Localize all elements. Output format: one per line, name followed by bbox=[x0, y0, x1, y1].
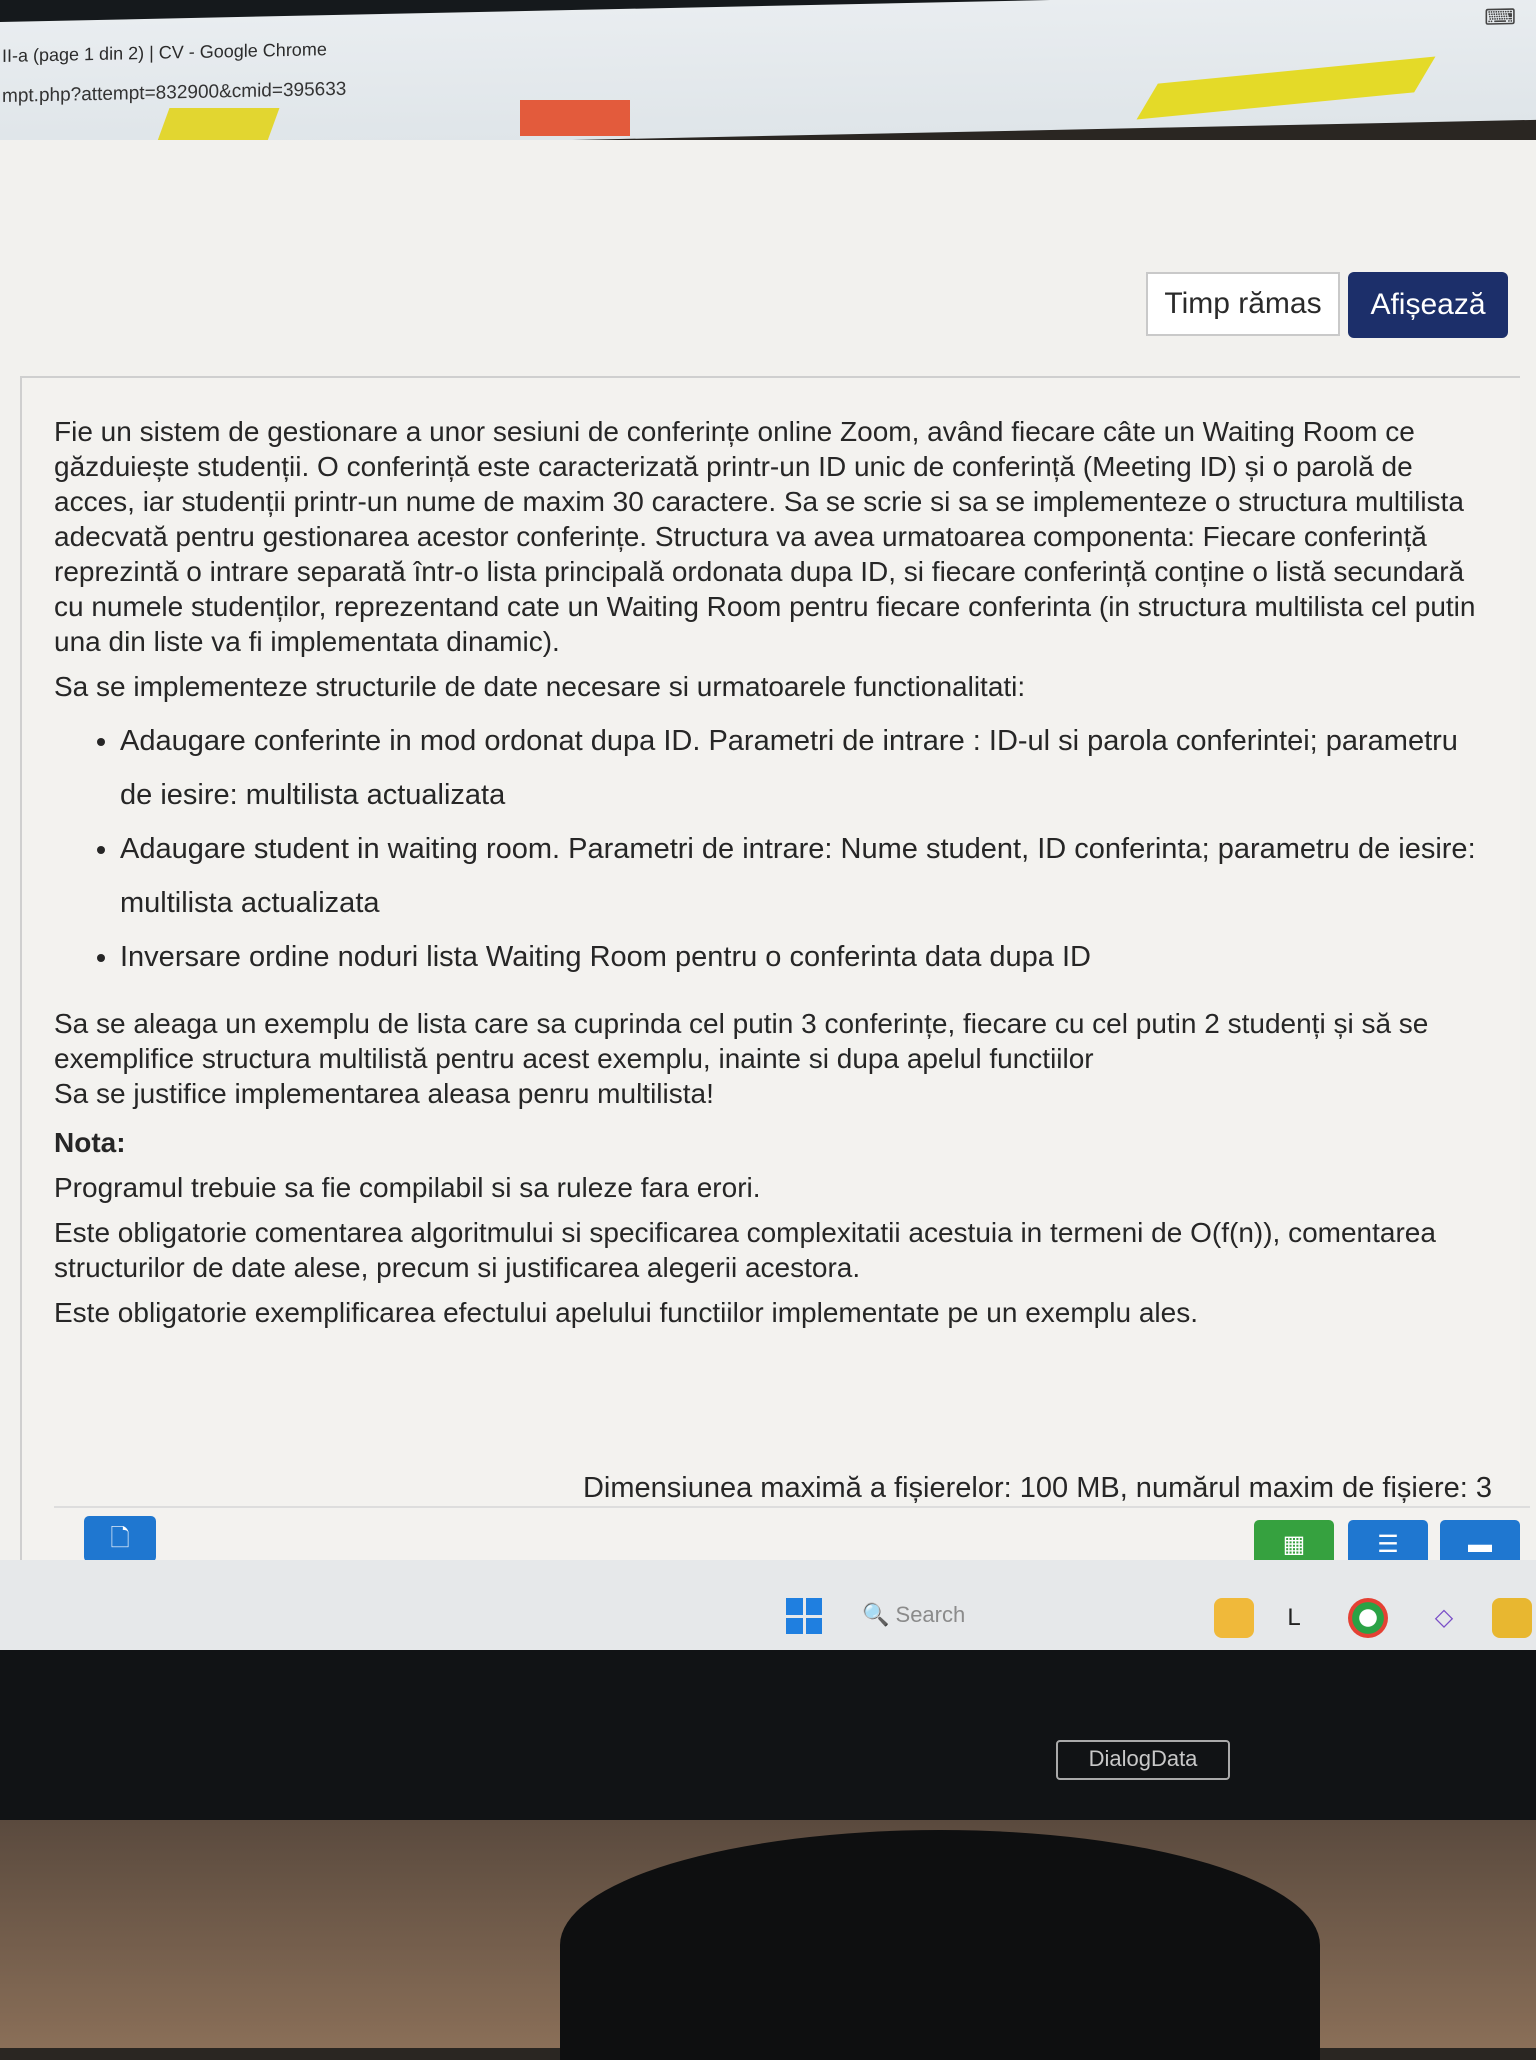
monitor-bezel-bottom bbox=[0, 1650, 1536, 1830]
taskbar-search[interactable]: 🔍 Search bbox=[862, 1602, 965, 1628]
nota-complexity: Este obligatorie comentarea algoritmului… bbox=[54, 1217, 1436, 1283]
quiz-page: Timp rămas Afișează Fie un sistem de ges… bbox=[0, 140, 1536, 1676]
timer-panel: Timp rămas Afișează bbox=[1146, 272, 1508, 338]
app-l-icon[interactable]: L bbox=[1274, 1598, 1314, 1638]
nota-example: Este obligatorie exemplificarea efectulu… bbox=[54, 1297, 1198, 1328]
translate-icon[interactable]: ⌨ bbox=[1484, 4, 1516, 31]
example-requirement: Sa se aleaga un exemplu de lista care sa… bbox=[54, 1008, 1429, 1074]
file-upload-area: 🗋 ▦ ☰ ▬ bbox=[54, 1506, 1530, 1570]
monitor-stand bbox=[560, 1830, 1320, 2060]
file-icon[interactable]: 🗋 bbox=[84, 1516, 156, 1562]
question-box: Fie un sistem de gestionare a unor sesiu… bbox=[20, 376, 1530, 1676]
address-bar-url[interactable]: mpt.php?attempt=832900&cmid=395633 bbox=[2, 79, 346, 108]
monitor-brand: DialogData bbox=[1056, 1740, 1230, 1780]
question-intro: Fie un sistem de gestionare a unor sesiu… bbox=[54, 416, 1476, 657]
question-text: Fie un sistem de gestionare a unor sesiu… bbox=[54, 414, 1494, 1340]
chrome-icon[interactable] bbox=[1348, 1598, 1388, 1638]
requirements-list: Adaugare conferinte in mod ordonat dupa … bbox=[54, 714, 1494, 984]
taskbar: 🔍 Search L ◇ bbox=[0, 1560, 1536, 1650]
visual-studio-icon[interactable]: ◇ bbox=[1424, 1598, 1464, 1638]
show-timer-button[interactable]: Afișează bbox=[1348, 272, 1508, 338]
app-icon[interactable] bbox=[1214, 1598, 1254, 1638]
requirements-intro: Sa se implementeze structurile de date n… bbox=[54, 671, 1026, 702]
windows-start-icon[interactable] bbox=[786, 1598, 822, 1634]
list-item: Adaugare student in waiting room. Parame… bbox=[120, 822, 1494, 930]
list-item: Adaugare conferinte in mod ordonat dupa … bbox=[120, 714, 1494, 822]
search-placeholder: Search bbox=[895, 1602, 966, 1627]
nota-compile: Programul trebuie sa fie compilabil si s… bbox=[54, 1172, 761, 1203]
header-decoration-red bbox=[520, 100, 630, 136]
justify-requirement: Sa se justifice implementarea aleasa pen… bbox=[54, 1078, 714, 1109]
window-title: II-a (page 1 din 2) | CV - Google Chrome bbox=[2, 39, 327, 66]
time-remaining-label: Timp rămas bbox=[1146, 272, 1340, 336]
file-explorer-icon[interactable] bbox=[1492, 1598, 1532, 1638]
file-limit-text: Dimensiunea maximă a fișierelor: 100 MB,… bbox=[582, 1472, 1492, 1504]
nota-label: Nota: bbox=[54, 1127, 126, 1158]
list-item: Inversare ordine noduri lista Waiting Ro… bbox=[120, 930, 1494, 984]
